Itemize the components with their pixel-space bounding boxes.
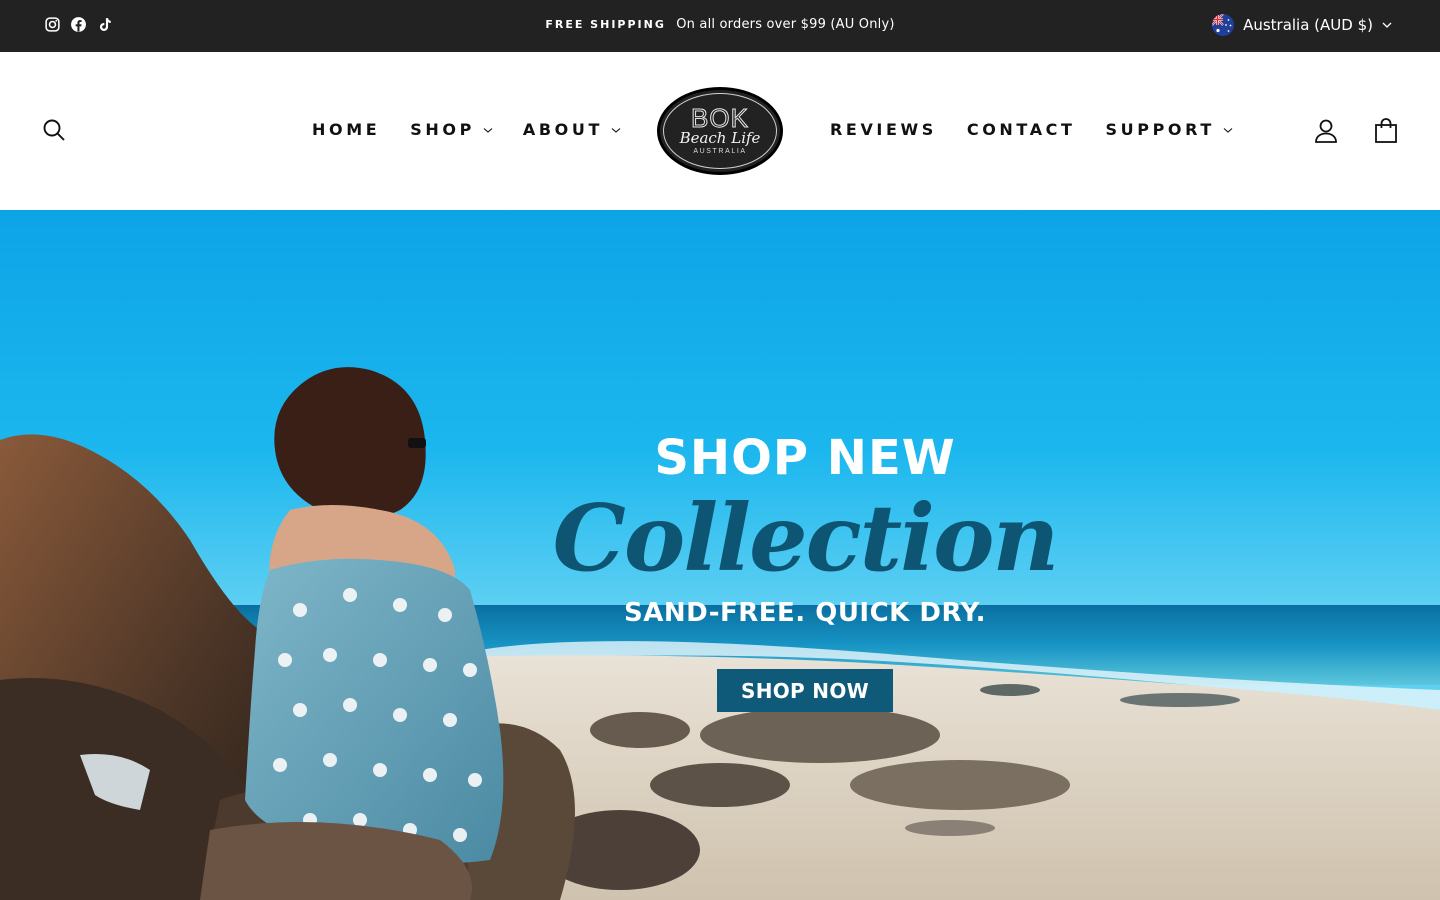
hero-headline: SHOP NEW — [654, 430, 956, 486]
nav-item-shop[interactable]: SHOP — [410, 120, 493, 139]
nav-item-label: ABOUT — [522, 120, 603, 139]
chevron-down-icon — [483, 127, 493, 133]
logo-ring — [663, 93, 777, 169]
cart-bag-icon[interactable] — [1374, 118, 1398, 144]
account-icon[interactable] — [1314, 118, 1338, 144]
currency-selector[interactable]: Australia (AUD $) — [1212, 14, 1392, 36]
brand-logo[interactable]: BOK Beach Life AUSTRALIA — [657, 87, 783, 175]
nav-item-about[interactable]: ABOUT — [523, 120, 621, 139]
nav-item-reviews[interactable]: REVIEWS — [830, 120, 937, 139]
main-nav-right: REVIEWS CONTACT SUPPORT — [830, 120, 1233, 139]
hero-script-title: Collection — [552, 484, 1060, 592]
hero-copy: SHOP NEW Collection SAND-FREE. QUICK DRY… — [535, 430, 1075, 630]
nav-item-contact[interactable]: CONTACT — [967, 120, 1076, 139]
site-header: HOME SHOP ABOUT BOK Beach Life AUSTRALIA… — [0, 52, 1440, 210]
nav-item-label: CONTACT — [966, 120, 1076, 139]
announcement-strong: FREE SHIPPING — [545, 18, 666, 31]
shop-now-button[interactable]: SHOP NOW — [717, 669, 893, 712]
hero-tagline: SAND-FREE. QUICK DRY. — [624, 598, 986, 628]
main-nav-left: HOME SHOP ABOUT — [312, 120, 621, 139]
chevron-down-icon — [611, 127, 621, 133]
hero-banner[interactable]: SHOP NEW Collection SAND-FREE. QUICK DRY… — [0, 210, 1440, 900]
nav-item-label: SHOP — [410, 120, 475, 139]
nav-item-label: REVIEWS — [830, 120, 937, 139]
announcement-bar: FREE SHIPPING On all orders over $99 (AU… — [0, 0, 1440, 52]
currency-label: Australia (AUD $) — [1243, 16, 1373, 34]
nav-item-support[interactable]: SUPPORT — [1106, 120, 1233, 139]
nav-item-label: HOME — [312, 120, 381, 139]
australia-flag-icon — [1212, 14, 1235, 36]
search-icon[interactable] — [42, 118, 66, 142]
announcement-text: On all orders over $99 (AU Only) — [676, 17, 895, 32]
nav-item-home[interactable]: HOME — [312, 120, 380, 139]
chevron-down-icon — [1382, 22, 1392, 28]
nav-item-label: SUPPORT — [1105, 120, 1215, 139]
chevron-down-icon — [1223, 127, 1233, 133]
